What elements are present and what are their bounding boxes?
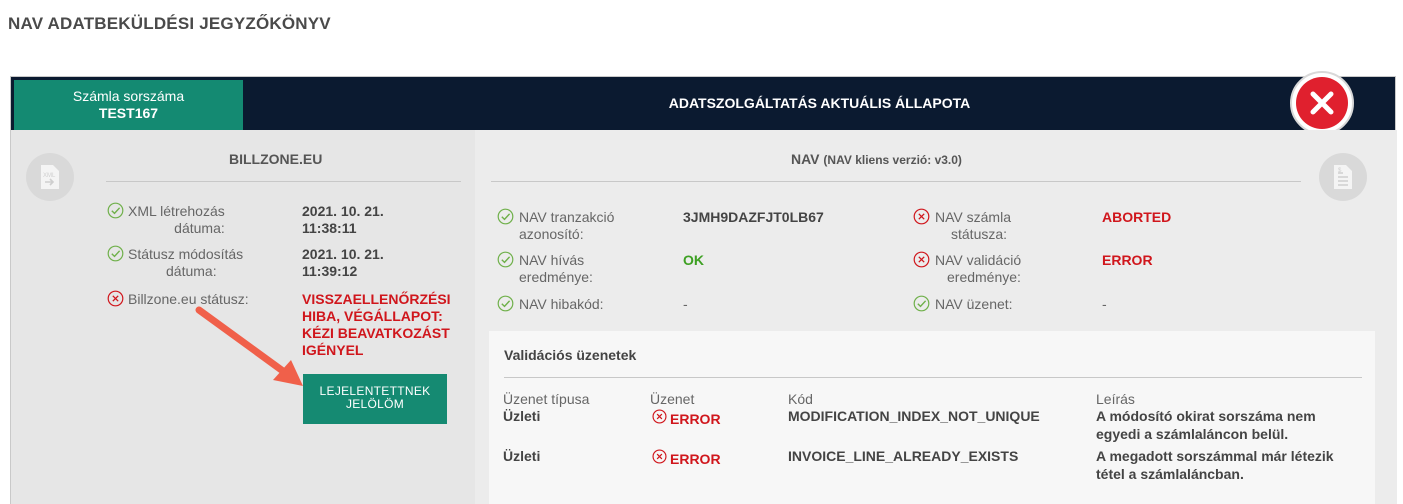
mark-reported-label-2: JELÖLÖM: [345, 397, 405, 411]
nav-errcode-value: -: [683, 296, 688, 312]
error-circle-icon: [913, 208, 930, 225]
xml-created-label-2: dátuma:: [174, 220, 225, 236]
status-modified-time: 11:39:12: [302, 263, 358, 279]
nav-title-text: NAV: [791, 151, 820, 167]
arrow-annotation-icon: [195, 306, 303, 386]
validation-title: Validációs üzenetek: [504, 347, 637, 363]
xml-file-icon: XML: [26, 153, 74, 201]
nav-report-panel: Számla sorszáma TEST167 ADATSZOLGÁLTATÁS…: [10, 71, 1397, 504]
xml-created-label: XML létrehozás: [128, 203, 225, 219]
invoice-number-value: TEST167: [98, 105, 159, 121]
row2-code: INVOICE_LINE_ALREADY_EXISTS: [788, 448, 1019, 464]
row1-type: Üzleti: [503, 408, 541, 424]
nav-tx-label: NAV tranzakció: [519, 209, 615, 225]
row1-code: MODIFICATION_INDEX_NOT_UNIQUE: [788, 408, 1040, 424]
billzone-status-value-3: KÉZI BEAVATKOZÁST: [302, 325, 450, 341]
status-modified-date: 2021. 10. 21.: [302, 246, 384, 262]
document-list-icon: $: [1319, 153, 1367, 201]
nav-tx-value: 3JMH9DAZFJT0LB67: [683, 209, 824, 225]
status-header-title: ADATSZOLGÁLTATÁS AKTUÁLIS ÁLLAPOTA: [668, 95, 971, 111]
check-circle-icon: [497, 295, 514, 312]
mark-reported-button[interactable]: LEJELENTETTNEK JELÖLÖM: [303, 374, 447, 424]
row2-message: ERROR: [670, 451, 721, 467]
nav-call-value: OK: [683, 252, 704, 268]
nav-client-version: (NAV kliens verzió: v3.0): [823, 153, 962, 167]
check-circle-icon: [497, 208, 514, 225]
nav-call-label: NAV hívás: [519, 252, 585, 268]
check-circle-icon: [107, 202, 124, 219]
nav-errcode-label: NAV hibakód:: [519, 296, 604, 312]
check-circle-icon: [913, 295, 930, 312]
nav-invoice-status-label-2: státusza:: [951, 226, 1008, 242]
invoice-number-tab: Számla sorszáma TEST167: [14, 80, 243, 130]
validation-divider: [504, 377, 1362, 378]
svg-text:XML: XML: [43, 173, 56, 179]
xml-created-date: 2021. 10. 21.: [302, 203, 384, 219]
billzone-status-value-1: VISSZAELLENŐRZÉSI: [302, 291, 451, 307]
billzone-divider: [106, 181, 461, 182]
row2-description-1: A megadott sorszámmal már létezik: [1096, 448, 1334, 464]
nav-validation-label-2: eredménye:: [947, 269, 1021, 285]
row1-message: ERROR: [670, 411, 721, 427]
status-modified-label-2: dátuma:: [166, 263, 217, 279]
nav-invoice-status-value: ABORTED: [1102, 209, 1172, 225]
header-message-type: Üzenet típusa: [503, 391, 590, 407]
nav-call-label-2: eredménye:: [519, 269, 593, 285]
status-modified-label: Státusz módosítás: [128, 246, 244, 262]
error-circle-icon: [652, 449, 667, 464]
error-circle-icon: [652, 409, 667, 424]
header-description: Leírás: [1096, 391, 1135, 407]
nav-validation-value: ERROR: [1102, 252, 1153, 268]
row1-description-2: egyedi a számlaláncon belül.: [1096, 426, 1289, 442]
error-circle-icon: [107, 290, 124, 307]
check-circle-icon: [497, 251, 514, 268]
header-bar: Számla sorszáma TEST167 ADATSZOLGÁLTATÁS…: [11, 77, 1395, 130]
nav-message-value: -: [1102, 296, 1107, 312]
nav-message-label: NAV üzenet:: [935, 296, 1013, 312]
error-circle-icon: [913, 251, 930, 268]
check-circle-icon: [107, 245, 124, 262]
row1-description-1: A módosító okirat sorszáma nem: [1096, 408, 1316, 424]
row2-description-2: tétel a számlaláncban.: [1096, 466, 1244, 482]
close-button[interactable]: [1290, 71, 1354, 135]
close-icon: [1296, 77, 1348, 129]
nav-invoice-status-label: NAV számla: [935, 209, 1011, 225]
validation-messages-box: Validációs üzenetek Üzenet típusa Üzenet…: [489, 331, 1375, 504]
billzone-status-value-4: IGÉNYEL: [302, 342, 364, 358]
invoice-number-label: Számla sorszáma: [72, 88, 185, 104]
row2-type: Üzleti: [503, 448, 541, 464]
page-title: NAV ADATBEKÜLDÉSI JEGYZŐKÖNYV: [8, 14, 331, 33]
nav-title: NAV (NAV kliens verzió: v3.0): [791, 151, 962, 167]
nav-divider: [491, 181, 1301, 182]
xml-created-time: 11:38:11: [302, 220, 357, 236]
header-message: Üzenet: [650, 391, 695, 407]
billzone-title: BILLZONE.EU: [229, 151, 323, 167]
nav-validation-label: NAV validáció: [935, 252, 1022, 268]
header-code: Kód: [788, 391, 813, 407]
nav-tx-label-2: azonosító:: [519, 226, 584, 242]
billzone-status-value-2: HIBA, VÉGÁLLAPOT:: [302, 308, 443, 324]
